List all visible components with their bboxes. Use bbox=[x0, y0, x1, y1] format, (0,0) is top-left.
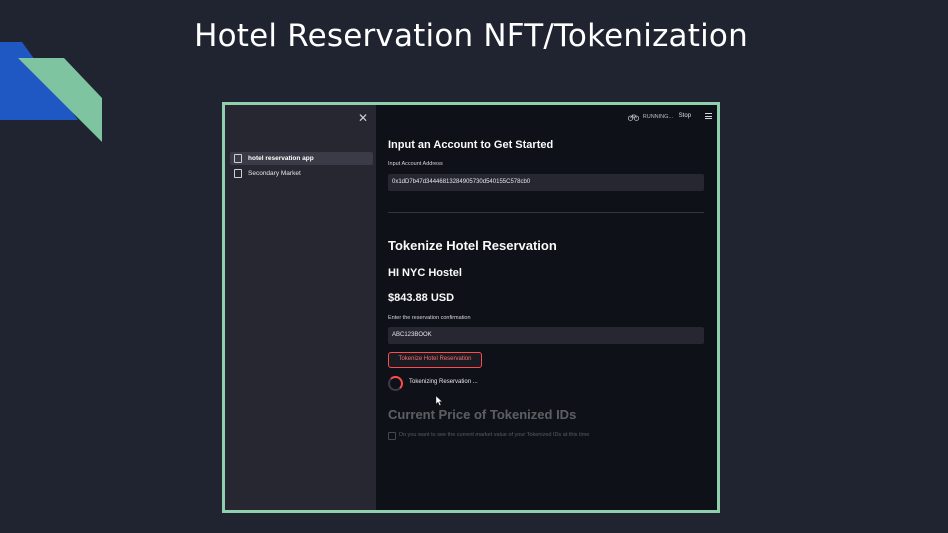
account-address-label: Input Account Address bbox=[388, 161, 443, 167]
sidebar-item-hotel-reservation-app[interactable]: hotel reservation app bbox=[230, 152, 373, 165]
sidebar: ✕ hotel reservation app Secondary Market bbox=[225, 105, 376, 510]
running-status: RUNNING... bbox=[627, 113, 673, 121]
loading-spinner-icon bbox=[388, 376, 403, 391]
account-address-input[interactable]: 0x1dD7b47d34446813284905730d540155C578cb… bbox=[388, 174, 704, 191]
running-status-text: RUNNING... bbox=[642, 114, 673, 120]
market-value-checkbox[interactable] bbox=[388, 432, 396, 440]
hotel-name: HI NYC Hostel bbox=[388, 267, 462, 279]
section-divider bbox=[388, 212, 704, 213]
section-heading-account: Input an Account to Get Started bbox=[388, 139, 554, 151]
reservation-price: $843.88 USD bbox=[388, 292, 455, 304]
app-screenshot-frame: ✕ hotel reservation app Secondary Market… bbox=[222, 102, 720, 513]
market-value-checkbox-label: Do you want to see the current market va… bbox=[399, 432, 590, 438]
main-content: RUNNING... Stop Input an Account to Get … bbox=[376, 105, 717, 510]
stop-button[interactable]: Stop bbox=[679, 113, 691, 119]
document-icon bbox=[234, 154, 242, 163]
hamburger-menu-icon[interactable] bbox=[705, 113, 712, 121]
decorative-chevron bbox=[0, 42, 102, 142]
section-heading-current-price: Current Price of Tokenized IDs bbox=[388, 407, 577, 422]
close-icon[interactable]: ✕ bbox=[358, 111, 368, 125]
document-icon bbox=[234, 169, 242, 178]
slide-title: Hotel Reservation NFT/Tokenization bbox=[194, 18, 748, 54]
section-heading-tokenize: Tokenize Hotel Reservation bbox=[388, 238, 557, 253]
confirmation-label: Enter the reservation confirmation bbox=[388, 315, 471, 321]
confirmation-input[interactable]: ABC123BOOK bbox=[388, 327, 704, 344]
sidebar-item-secondary-market[interactable]: Secondary Market bbox=[230, 167, 373, 180]
sidebar-item-label: Secondary Market bbox=[248, 170, 301, 177]
bicycle-icon bbox=[627, 114, 639, 121]
mouse-cursor-icon bbox=[436, 396, 443, 406]
tokenize-reservation-button[interactable]: Tokenize Hotel Reservation bbox=[388, 352, 482, 368]
sidebar-item-label: hotel reservation app bbox=[248, 155, 314, 162]
spinner-status-text: Tokenizing Reservation ... bbox=[409, 379, 478, 385]
